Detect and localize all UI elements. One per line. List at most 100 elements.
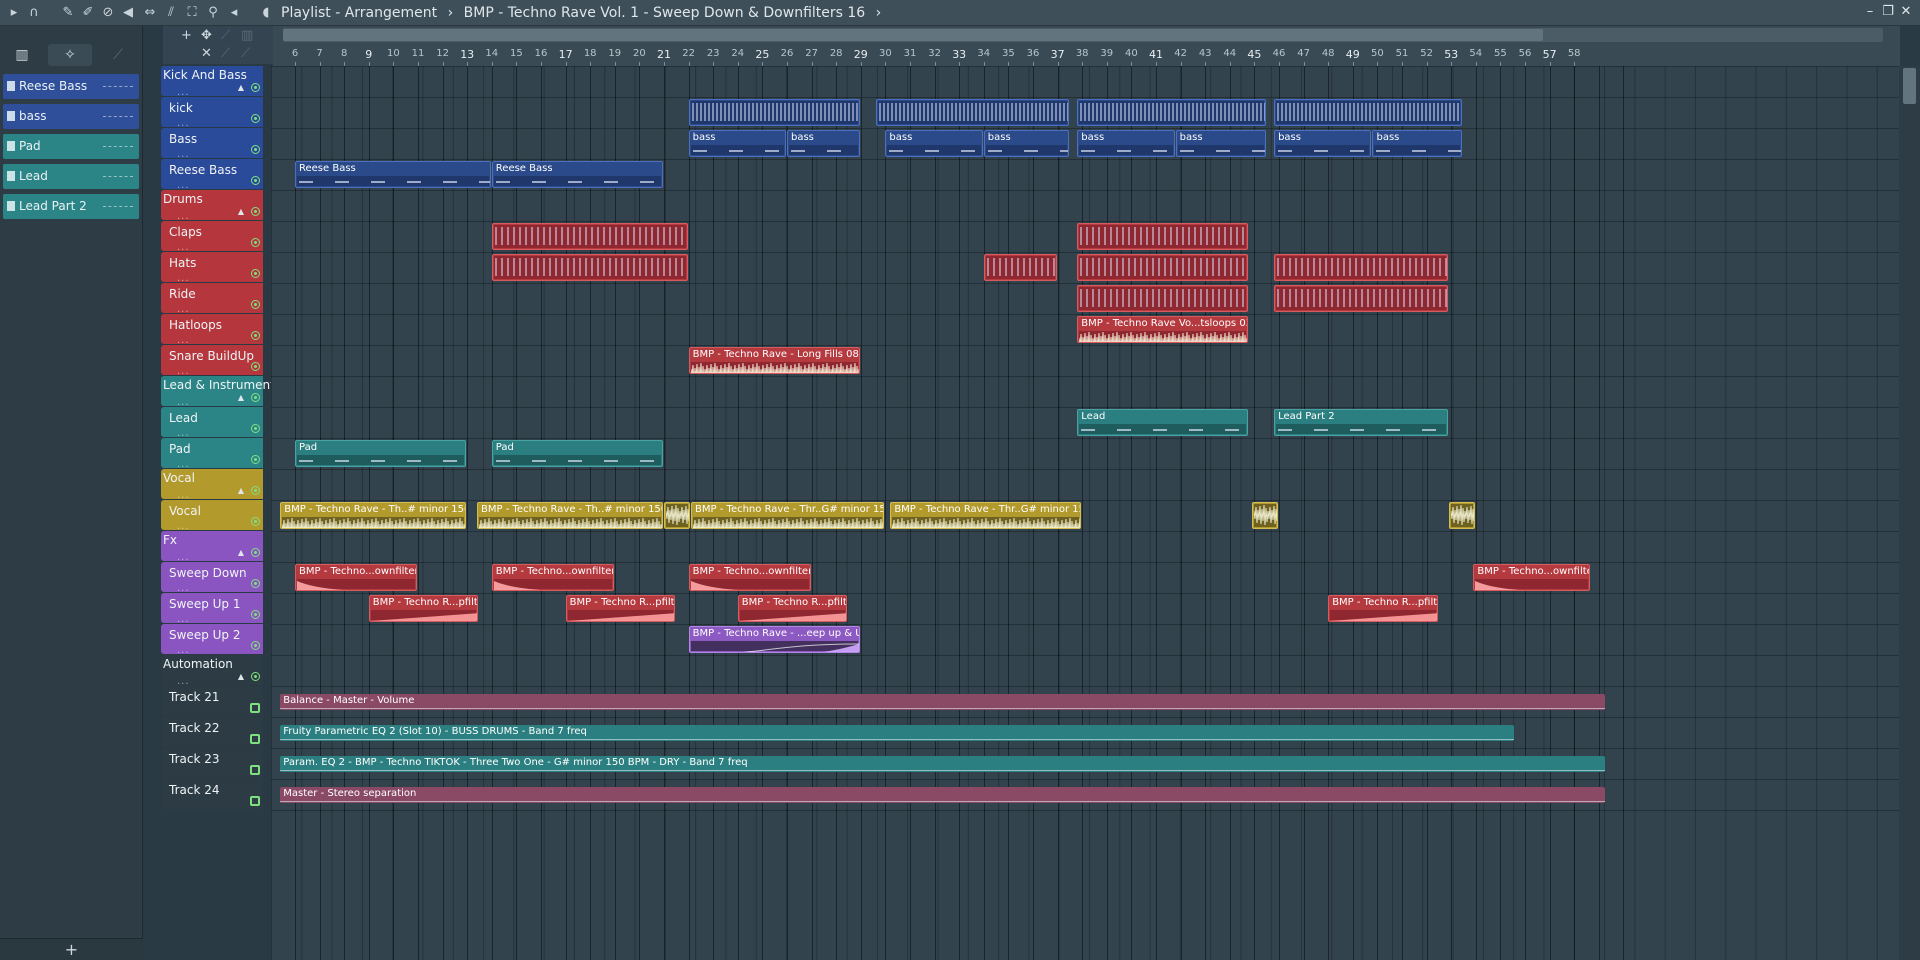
track-header[interactable]: Hatloops... xyxy=(161,314,263,346)
playback-tool-icon[interactable]: ◂ xyxy=(226,4,242,22)
zoom-tool-icon[interactable]: ⚲ xyxy=(205,4,221,22)
pattern-clip[interactable]: BMP - Techno R...pfilters 16 xyxy=(737,595,848,622)
collapse-arrow-icon[interactable]: ▲ xyxy=(238,393,244,402)
picker-item[interactable]: Lead xyxy=(3,164,139,189)
track-header[interactable]: Track 23 xyxy=(161,748,263,778)
pattern-clip[interactable]: Pad xyxy=(491,440,663,467)
pattern-clip[interactable] xyxy=(1448,502,1475,529)
mute-led-icon[interactable] xyxy=(251,331,260,340)
mute-led-icon[interactable] xyxy=(251,207,260,216)
pattern-clip[interactable] xyxy=(1274,285,1448,312)
collapse-arrow-icon[interactable]: ▲ xyxy=(238,486,244,495)
mute-led-icon[interactable] xyxy=(251,610,260,619)
pattern-clip[interactable]: bass xyxy=(1372,130,1463,157)
menu-arrow-icon[interactable]: ▸ xyxy=(6,4,22,22)
mute-led-icon[interactable] xyxy=(251,548,260,557)
pattern-clip[interactable]: BMP - Techno Rave - Th..# minor 150 BPM … xyxy=(477,502,663,529)
automation-clip[interactable]: Master - Stereo separation xyxy=(280,787,1606,803)
track-header[interactable]: Bass... xyxy=(161,128,263,160)
pattern-clip[interactable]: BMP - Techno...ownfilters 16 xyxy=(1473,564,1591,591)
vertical-scroll-thumb[interactable] xyxy=(1903,68,1916,104)
timeline-ruler[interactable]: 6 7 8 9 10 11 12 13 14 15 16 17 18 19 20 21 22 23 24 25 26 27… xyxy=(273,26,1900,66)
collapse-arrow-icon[interactable]: ▲ xyxy=(238,548,244,557)
mute-tool-icon[interactable]: ◀ xyxy=(120,4,136,22)
paint-tool-icon[interactable]: ✐ xyxy=(80,4,96,22)
pattern-clip[interactable]: BMP - Techno R...pfilters 16 xyxy=(368,595,479,622)
mute-led-icon[interactable] xyxy=(251,579,260,588)
current-pattern-name[interactable]: BMP - Techno Rave Vol. 1 - Sweep Down & … xyxy=(464,5,866,21)
pattern-clip[interactable] xyxy=(983,254,1057,281)
track-group-header[interactable]: Automation... ▲ xyxy=(161,655,263,687)
vertical-scrollbar[interactable] xyxy=(1899,66,1920,960)
automation-clips-icon[interactable]: ⟋ xyxy=(106,44,130,66)
close-icon[interactable]: ✕ xyxy=(1898,3,1914,21)
mute-led-icon[interactable] xyxy=(251,672,260,681)
pattern-clip[interactable]: BMP - Techno...ownfilters 16 xyxy=(295,564,417,591)
minimize-icon[interactable]: – xyxy=(1862,3,1878,21)
pattern-clip[interactable]: Reese Bass xyxy=(491,161,663,188)
mute-led-icon[interactable] xyxy=(251,176,260,185)
pattern-clip[interactable]: bass xyxy=(1077,130,1175,157)
pattern-clip[interactable] xyxy=(1077,285,1249,312)
playlist-grid[interactable]: bass bass bass bass bass bass bass bass Reese Ba… xyxy=(271,66,1899,960)
mute-led-icon[interactable] xyxy=(251,362,260,371)
picker-item[interactable]: Reese Bass xyxy=(3,74,139,99)
track-group-header[interactable]: Drums... ▲ xyxy=(161,190,263,222)
pattern-clip[interactable]: Lead Part 2 xyxy=(1274,409,1448,436)
mute-led-icon[interactable] xyxy=(251,114,260,123)
pattern-clip[interactable]: BMP - Techno Rave Vo...tsloops 03 (160 B… xyxy=(1077,316,1249,343)
collapse-arrow-icon[interactable]: ▲ xyxy=(238,207,244,216)
select-tool-icon[interactable]: ⛶ xyxy=(184,4,200,22)
track-group-header[interactable]: Fx... ▲ xyxy=(161,531,263,563)
track-header[interactable]: Sweep Down... xyxy=(161,562,263,594)
slip-tool-icon[interactable]: ⇔ xyxy=(142,4,158,22)
mute-led-icon[interactable] xyxy=(251,517,260,526)
track-group-header[interactable]: Kick And Bass... ▲ xyxy=(161,66,263,98)
track-header[interactable]: Pad... xyxy=(161,438,263,470)
collapse-arrow-icon[interactable]: ▲ xyxy=(238,83,244,92)
pattern-clip[interactable]: bass xyxy=(1274,130,1372,157)
track-header[interactable]: Snare BuildUp... xyxy=(161,345,263,377)
link-icon[interactable]: ⟋ xyxy=(221,28,230,43)
lock-icon[interactable] xyxy=(250,703,260,713)
pattern-clip[interactable] xyxy=(664,502,691,529)
track-header[interactable]: Claps... xyxy=(161,221,263,253)
track-header[interactable]: Sweep Up 1... xyxy=(161,593,263,625)
pattern-clip[interactable]: Reese Bass xyxy=(295,161,491,188)
slice-tool-icon[interactable]: ⫽ xyxy=(163,4,179,22)
pattern-clip[interactable] xyxy=(491,254,688,281)
track-header[interactable]: Vocal... xyxy=(161,500,263,532)
mute-led-icon[interactable] xyxy=(251,145,260,154)
mute-led-icon[interactable] xyxy=(251,486,260,495)
add-track-icon[interactable]: + xyxy=(181,28,192,43)
speaker-icon[interactable]: ◖ xyxy=(258,4,274,22)
pattern-clip[interactable]: BMP - Techno...ownfilters 16 xyxy=(491,564,614,591)
collapse-arrow-icon[interactable]: ▲ xyxy=(238,672,244,681)
track-header[interactable]: Lead... xyxy=(161,407,263,439)
lock-icon[interactable] xyxy=(250,734,260,744)
automation-clip[interactable]: Fruity Parametric EQ 2 (Slot 10) - BUSS … xyxy=(280,725,1515,741)
mute-led-icon[interactable] xyxy=(251,269,260,278)
pattern-clip[interactable]: BMP - Techno Rave - Long Fills 08 - 150B… xyxy=(688,347,860,374)
pattern-clip[interactable]: BMP - Techno Rave - Th..# minor 150 BPM … xyxy=(280,502,467,529)
automation-clip[interactable]: Balance - Master - Volume xyxy=(280,694,1606,710)
piano-icon[interactable]: ▥ xyxy=(10,44,34,66)
pattern-clip[interactable] xyxy=(688,99,860,126)
pattern-clip[interactable]: BMP - Techno R...pfilters 16 xyxy=(1328,595,1438,622)
mute-led-icon[interactable] xyxy=(251,393,260,402)
mute-led-icon[interactable] xyxy=(251,641,260,650)
picker-item[interactable]: Pad xyxy=(3,134,139,159)
automation-clip[interactable]: Param. EQ 2 - BMP - Techno TIKTOK - Thre… xyxy=(280,756,1606,772)
pattern-clip[interactable]: bass xyxy=(885,130,983,157)
track-header[interactable]: Hats... xyxy=(161,252,263,284)
breadcrumb-end-arrow[interactable]: › xyxy=(876,5,882,21)
pattern-clip[interactable]: bass xyxy=(1175,130,1266,157)
pattern-clip[interactable]: BMP - Techno Rave - ...eep up & Upfilter… xyxy=(688,626,860,653)
track-header[interactable]: Ride... xyxy=(161,283,263,315)
delete-tool-icon[interactable]: ⊘ xyxy=(100,4,116,22)
track-group-header[interactable]: Vocal... ▲ xyxy=(161,469,263,501)
horizontal-scrollbar[interactable] xyxy=(283,28,1883,42)
mute-led-icon[interactable] xyxy=(251,83,260,92)
picker-item[interactable]: bass xyxy=(3,104,139,129)
snap-icon[interactable]: ⟋ xyxy=(241,46,250,61)
